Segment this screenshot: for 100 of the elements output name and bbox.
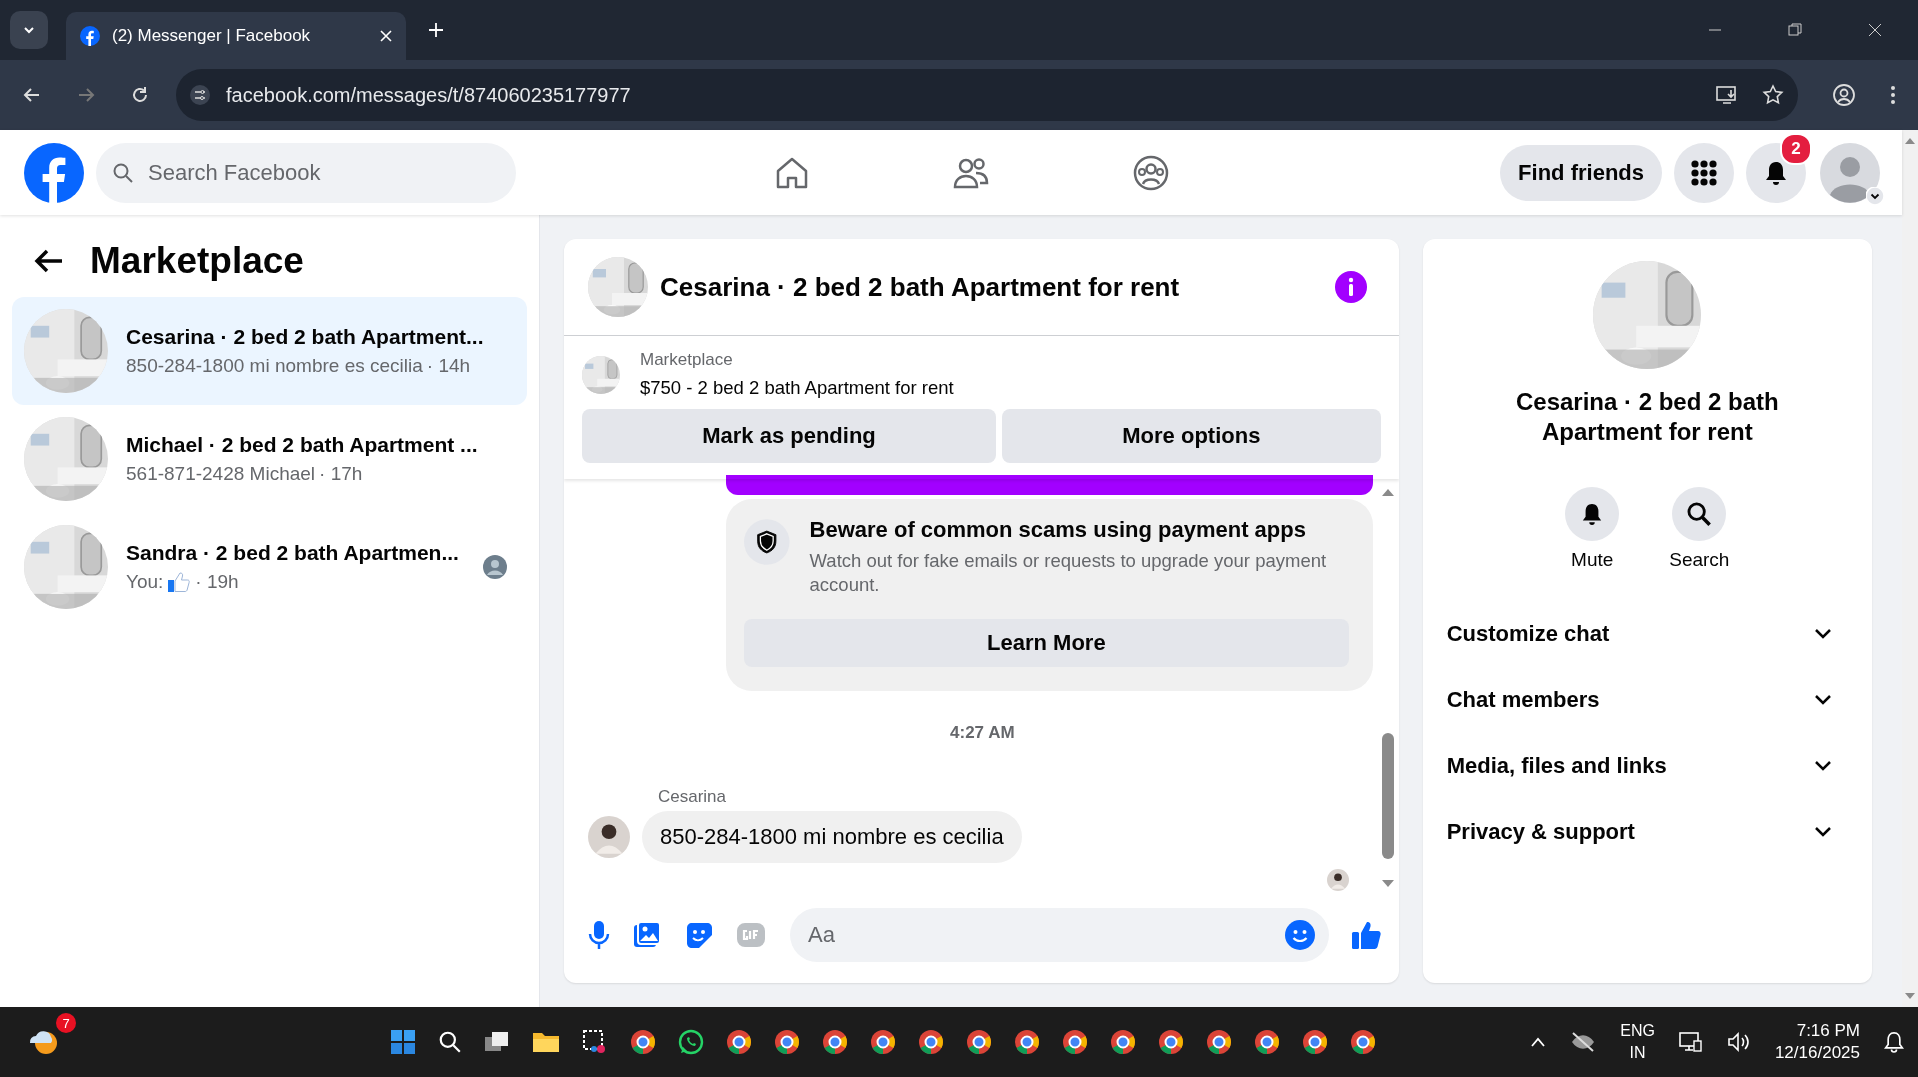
- region-indicator: IN: [1629, 1043, 1646, 1063]
- browser-icon[interactable]: [1254, 1029, 1281, 1055]
- scrollbar-thumb[interactable]: [1381, 733, 1394, 859]
- new-tab-icon[interactable]: [428, 22, 444, 38]
- folder-icon[interactable]: [532, 1030, 561, 1054]
- listing-source: Marketplace: [640, 350, 734, 370]
- bell-icon: [1764, 159, 1788, 186]
- chat-title: Cesarina · 2 bed 2 bath Apartment...: [126, 325, 484, 349]
- close-window-icon[interactable]: [1868, 23, 1882, 37]
- more-menu-icon[interactable]: [1890, 85, 1896, 105]
- restore-icon[interactable]: [1788, 23, 1802, 37]
- microphone-icon[interactable]: [588, 920, 610, 950]
- browser-icon[interactable]: [1302, 1029, 1329, 1055]
- browser-icon[interactable]: [774, 1029, 801, 1055]
- action-label: Mute: [1571, 549, 1614, 571]
- mute-button[interactable]: [1565, 487, 1620, 541]
- browser-icon[interactable]: [822, 1029, 849, 1055]
- chevron-up-icon[interactable]: [1530, 1036, 1547, 1048]
- search-icon: [1686, 501, 1713, 527]
- language-indicator[interactable]: ENG: [1620, 1020, 1655, 1042]
- notice-text: Watch out for fake emails or requests to upgrade your payment account.: [809, 549, 1328, 597]
- emoji-icon[interactable]: [1284, 920, 1315, 950]
- notification-bell-icon[interactable]: [1884, 1031, 1904, 1053]
- chevron-down-icon: [1814, 760, 1832, 772]
- chat-list-item[interactable]: Michael · 2 bed 2 bath Apartment ... 561-871-2428 Michael · 17h: [12, 405, 527, 513]
- browser-icon[interactable]: [1350, 1029, 1377, 1055]
- browser-icon[interactable]: [966, 1029, 993, 1055]
- profile-icon[interactable]: [1832, 83, 1856, 107]
- details-section-header[interactable]: Chat members: [1446, 667, 1848, 733]
- browser-icon[interactable]: [870, 1029, 897, 1055]
- details-section-header[interactable]: Customize chat: [1446, 601, 1848, 667]
- eye-off-icon[interactable]: [1570, 1031, 1597, 1053]
- browser-icon[interactable]: [726, 1029, 753, 1055]
- sticker-icon[interactable]: [684, 920, 714, 950]
- facebook-logo-icon[interactable]: [24, 142, 84, 203]
- notification-count: 2: [1780, 132, 1812, 165]
- message-input[interactable]: Aa: [790, 908, 1329, 962]
- browser-tab[interactable]: (2) Messenger | Facebook: [66, 12, 406, 60]
- sender-name: Cesarina: [658, 787, 728, 807]
- message-bubble: 850-284-1800 mi nombre es cecilia: [642, 811, 1022, 863]
- scroll-up-icon[interactable]: [1904, 136, 1916, 145]
- site-settings-icon[interactable]: [190, 85, 210, 105]
- reload-icon[interactable]: [130, 85, 150, 105]
- notice-title: Beware of common scams using payment apps: [809, 517, 1307, 543]
- scroll-down-icon[interactable]: [1380, 879, 1395, 889]
- chat-time: · 14h: [426, 355, 471, 377]
- browser-icon[interactable]: [1014, 1029, 1041, 1055]
- windows-start-icon[interactable]: [390, 1029, 417, 1055]
- weather-badge: 7: [56, 1013, 76, 1033]
- search-field[interactable]: Search Facebook: [96, 142, 516, 203]
- clock-time[interactable]: 7:16 PM: [1796, 1020, 1860, 1042]
- search-button[interactable]: [1672, 487, 1727, 541]
- browser-icon[interactable]: [1158, 1029, 1185, 1055]
- action-label: Search: [1669, 549, 1730, 571]
- find-friends-button[interactable]: Find friends: [1500, 144, 1662, 201]
- chat-app-icon[interactable]: [678, 1029, 705, 1055]
- sidebar-title: Marketplace: [90, 240, 304, 282]
- chevron-down-icon[interactable]: [1866, 186, 1884, 205]
- search-icon[interactable]: [438, 1030, 463, 1054]
- facebook-logo-icon: [80, 26, 100, 46]
- listing-action-button[interactable]: Mark as pending: [582, 409, 996, 463]
- search-icon: [112, 161, 134, 184]
- chat-list-item[interactable]: Cesarina · 2 bed 2 bath Apartment... 850-284-1800 mi nombre es cecilia · 14h: [12, 297, 527, 405]
- scroll-down-icon[interactable]: [1904, 992, 1916, 1001]
- learn-more-button[interactable]: Learn More: [744, 619, 1349, 667]
- close-icon[interactable]: [380, 30, 392, 42]
- details-section-header[interactable]: Privacy & support: [1446, 799, 1848, 865]
- address-field[interactable]: facebook.com/messages/t/874060235177977: [176, 69, 1798, 121]
- chat-preview: You:: [126, 571, 164, 593]
- chat-preview: 850-284-1800 mi nombre es cecilia: [126, 355, 423, 377]
- thumbs-up-icon[interactable]: [1350, 919, 1383, 951]
- chevron-down-icon: [1814, 694, 1832, 706]
- task-view-icon[interactable]: [484, 1030, 511, 1054]
- chat-preview: 561-871-2428 Michael: [126, 463, 316, 485]
- avatar-icon: [588, 816, 630, 858]
- browser-icon[interactable]: [1062, 1029, 1089, 1055]
- details-section-header[interactable]: Media, files and links: [1446, 733, 1848, 799]
- back-arrow-icon[interactable]: [34, 248, 64, 274]
- install-app-icon[interactable]: [1716, 85, 1738, 105]
- groups-icon[interactable]: [1132, 153, 1170, 192]
- image-icon[interactable]: [632, 920, 662, 950]
- listing-title: $750 - 2 bed 2 bath Apartment for rent: [640, 377, 954, 399]
- chat-title: Michael · 2 bed 2 bath Apartment ...: [126, 433, 478, 457]
- listing-action-button[interactable]: More options: [1002, 409, 1381, 463]
- volume-icon[interactable]: [1726, 1031, 1751, 1053]
- scroll-up-icon[interactable]: [1380, 487, 1395, 497]
- network-icon[interactable]: [1678, 1031, 1703, 1053]
- message-timestamp: 4:27 AM: [950, 723, 1015, 743]
- tab-title: (2) Messenger | Facebook: [112, 26, 312, 46]
- chat-title: Sandra · 2 bed 2 bath Apartmen...: [126, 541, 459, 565]
- browser-icon[interactable]: [1206, 1029, 1233, 1055]
- browser-icon[interactable]: [918, 1029, 945, 1055]
- clock-date[interactable]: 12/16/2025: [1774, 1042, 1860, 1064]
- chat-list-item[interactable]: Sandra · 2 bed 2 bath Apartmen... You: · 19h: [12, 513, 527, 621]
- info-icon[interactable]: [1334, 271, 1367, 303]
- chat-time: · 17h: [319, 463, 363, 485]
- chevron-down-icon: [1814, 826, 1832, 838]
- browser-icon[interactable]: [1110, 1029, 1137, 1055]
- browser-icon[interactable]: [630, 1029, 657, 1055]
- bookmark-star-icon[interactable]: [1762, 84, 1784, 106]
